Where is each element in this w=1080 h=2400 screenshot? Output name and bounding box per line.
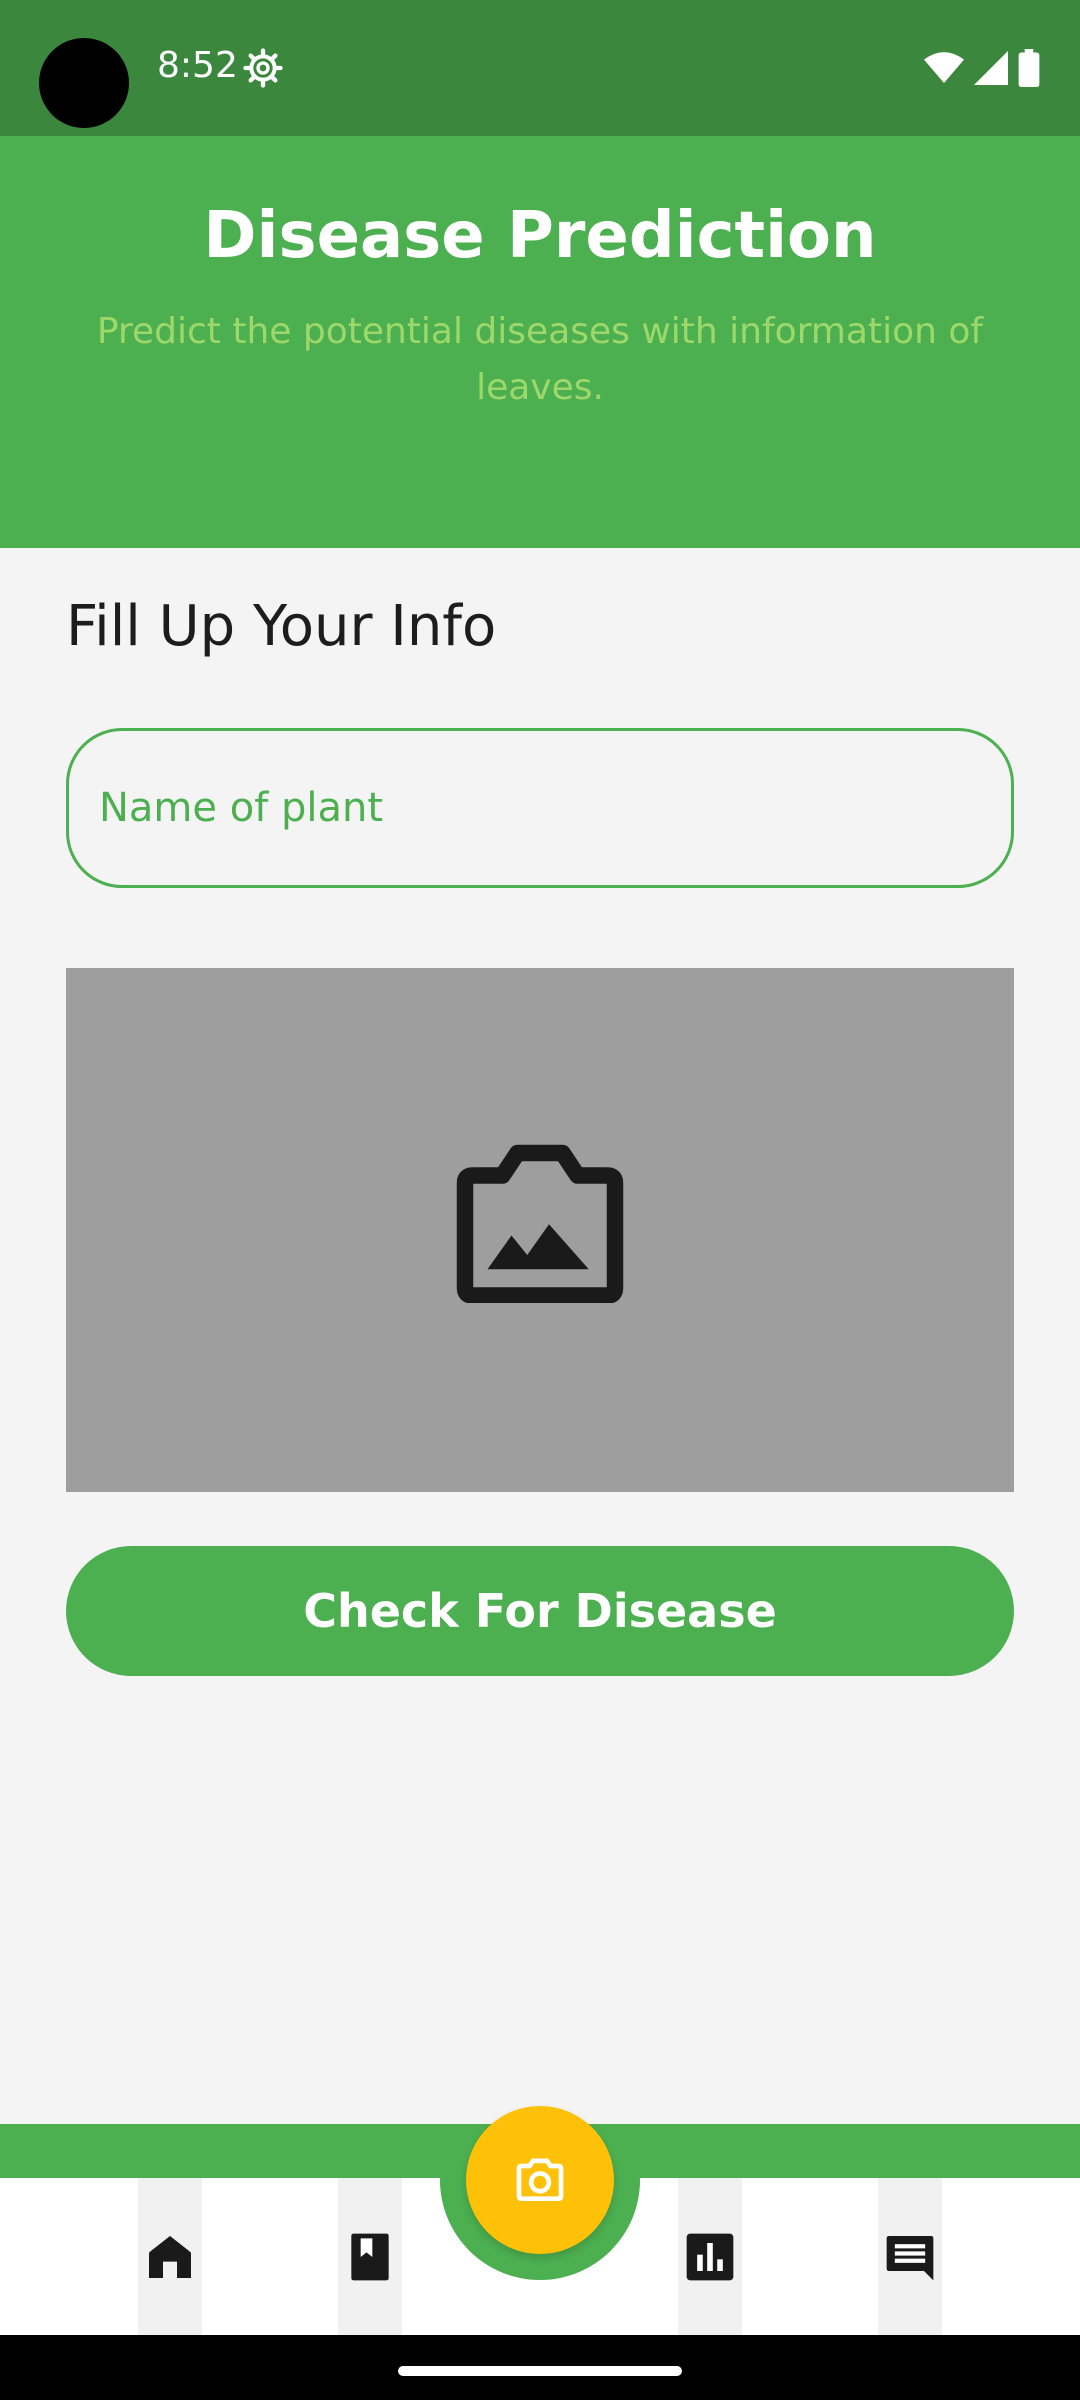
wifi-icon bbox=[924, 52, 964, 83]
home-gesture-handle[interactable] bbox=[398, 2366, 682, 2376]
front-camera-cutout bbox=[39, 38, 129, 128]
cellular-signal-icon bbox=[974, 51, 1008, 85]
nav-item-chat[interactable] bbox=[878, 2178, 942, 2335]
status-bar: 8:52 bbox=[0, 0, 1080, 136]
form-section-title: Fill Up Your Info bbox=[66, 594, 497, 659]
nav-item-home[interactable] bbox=[138, 2178, 202, 2335]
home-icon bbox=[149, 2235, 191, 2278]
image-picker[interactable] bbox=[66, 968, 1014, 1492]
book-icon bbox=[351, 2233, 389, 2280]
nav-item-library[interactable] bbox=[338, 2178, 402, 2335]
status-time: 8:52 bbox=[157, 45, 238, 86]
settings-gear-icon bbox=[243, 48, 283, 88]
camera-fab[interactable] bbox=[466, 2106, 614, 2254]
nav-item-stats[interactable] bbox=[678, 2178, 742, 2335]
page-subtitle: Predict the potential diseases with info… bbox=[96, 311, 984, 408]
camera-icon bbox=[516, 2158, 564, 2201]
battery-icon bbox=[1018, 49, 1040, 87]
header-banner: Disease Prediction Predict the potential… bbox=[0, 136, 1080, 548]
chart-icon bbox=[686, 2233, 734, 2280]
page-title: Disease Prediction bbox=[203, 199, 877, 273]
check-for-disease-button[interactable]: Check For Disease bbox=[66, 1546, 1014, 1676]
chat-icon bbox=[886, 2235, 934, 2280]
image-placeholder-icon bbox=[456, 1144, 624, 1303]
plant-name-input[interactable] bbox=[66, 728, 1014, 888]
